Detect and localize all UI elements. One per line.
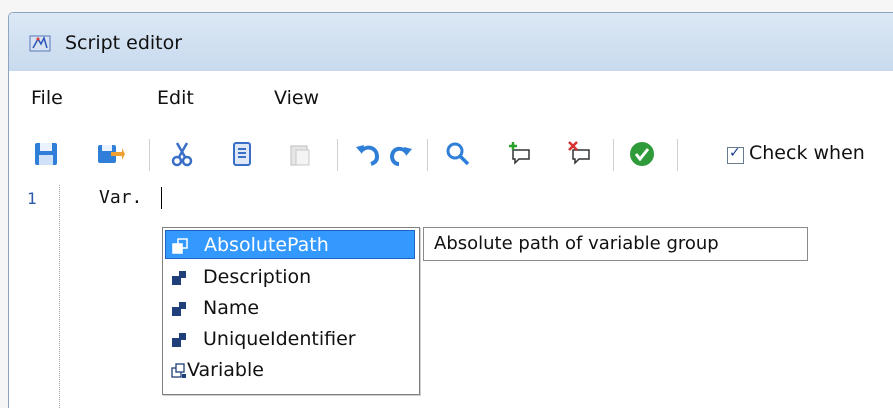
save-as-icon[interactable] — [95, 139, 125, 169]
autocomplete-item-label: AbsolutePath — [204, 234, 329, 256]
toolbar-separator — [613, 139, 614, 171]
autocomplete-item[interactable]: Variable — [165, 356, 415, 385]
property-icon — [172, 238, 188, 254]
property-icon — [172, 302, 186, 316]
check-when-checkbox[interactable] — [727, 145, 744, 164]
tooltip-text: Absolute path of variable group — [434, 233, 719, 254]
menu-file[interactable]: File — [31, 87, 63, 109]
property-icon — [172, 333, 186, 347]
paste-icon[interactable] — [285, 139, 315, 169]
check-when-label: Check when — [749, 142, 865, 164]
code-line[interactable]: Var. — [99, 187, 142, 208]
autocomplete-item-label: Name — [203, 297, 260, 319]
window-title: Script editor — [65, 32, 183, 54]
cut-icon[interactable] — [167, 139, 197, 169]
autocomplete-item[interactable]: UniqueIdentifier — [165, 325, 415, 354]
menu-bar: File Edit View — [9, 71, 893, 125]
property-icon — [172, 271, 186, 285]
toolbar-separator — [677, 139, 678, 171]
redo-icon[interactable] — [385, 139, 415, 169]
menu-view[interactable]: View — [274, 87, 319, 109]
check-icon[interactable] — [627, 139, 657, 169]
save-icon[interactable] — [31, 139, 61, 169]
remove-breakpoint-icon[interactable] — [565, 139, 595, 169]
text-caret — [161, 187, 162, 209]
autocomplete-item-label: Description — [203, 266, 312, 288]
autocomplete-item-label: Variable — [187, 359, 264, 381]
add-breakpoint-icon[interactable] — [505, 139, 535, 169]
title-bar: Script editor — [9, 13, 893, 71]
gutter-divider — [59, 185, 60, 408]
autocomplete-popup: AbsolutePath Description Name UniqueIden… — [162, 227, 420, 395]
autocomplete-item[interactable]: AbsolutePath — [165, 230, 415, 259]
search-icon[interactable] — [443, 139, 473, 169]
autocomplete-item-label: UniqueIdentifier — [203, 328, 356, 350]
toolbar-separator — [149, 139, 150, 171]
autocomplete-tooltip: Absolute path of variable group — [423, 227, 808, 261]
toolbar-separator — [427, 139, 428, 171]
script-editor-window: Script editor File Edit View ✓ Check whe… — [8, 12, 893, 408]
menu-edit[interactable]: Edit — [157, 87, 194, 109]
autocomplete-item[interactable]: Name — [165, 294, 415, 323]
method-icon — [171, 363, 186, 378]
undo-icon[interactable] — [353, 139, 383, 169]
autocomplete-item[interactable]: Description — [165, 263, 415, 292]
toolbar: Check when — [9, 125, 893, 185]
line-number: 1 — [27, 189, 37, 208]
app-icon — [29, 35, 51, 52]
copy-icon[interactable] — [227, 139, 257, 169]
code-editor[interactable]: 1 Var. AbsolutePath Description Name Uni… — [9, 185, 893, 408]
toolbar-separator — [337, 139, 338, 171]
